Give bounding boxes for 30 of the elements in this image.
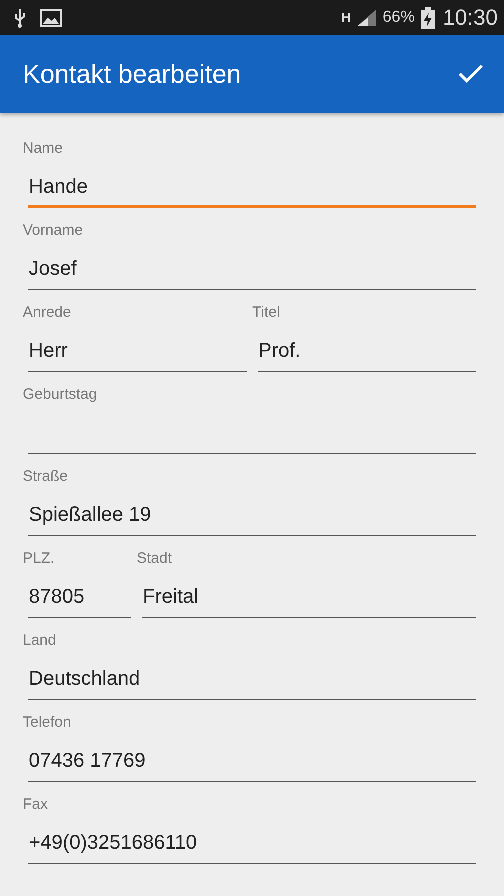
text-field[interactable]: Herr — [28, 327, 246, 372]
field-label: Geburtstag — [23, 385, 98, 405]
field-label: Titel — [252, 303, 280, 323]
battery-level: 66% — [382, 8, 415, 26]
text-field[interactable]: 07436 17769 — [28, 737, 476, 782]
network-type: H — [342, 10, 351, 25]
text-field[interactable]: Josef — [28, 245, 476, 290]
text-field[interactable]: Prof. — [258, 327, 476, 372]
text-field[interactable]: 87805 — [28, 573, 131, 618]
text-field[interactable]: +49(0)3251686110 — [28, 819, 476, 864]
field-label: PLZ. — [23, 549, 55, 569]
clock: 10:30 — [442, 4, 498, 30]
field-label: Fax — [23, 795, 48, 815]
screen-title: Kontakt bearbeiten — [23, 58, 242, 90]
field-label: Name — [23, 139, 64, 159]
field-label: Straße — [23, 467, 68, 487]
field-label: Stadt — [137, 549, 172, 569]
field-label: Vorname — [23, 221, 84, 241]
field-label: Land — [23, 631, 56, 651]
text-field[interactable]: Hande — [28, 163, 476, 208]
text-field[interactable]: Spießallee 19 — [28, 491, 476, 536]
check-icon[interactable] — [458, 64, 484, 84]
image-icon — [40, 8, 62, 26]
usb-icon — [12, 8, 28, 28]
signal-icon — [356, 8, 377, 26]
text-field[interactable]: Freital — [142, 573, 476, 618]
battery-charging-icon — [420, 6, 435, 28]
field-label: Anrede — [23, 303, 72, 323]
text-field[interactable]: Deutschland — [28, 655, 476, 700]
field-label: Telefon — [23, 713, 72, 733]
